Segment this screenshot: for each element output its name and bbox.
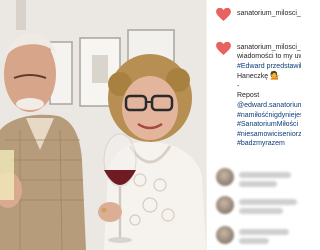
blurred-comment bbox=[239, 181, 277, 187]
comment-username[interactable]: sanatorium_milosci_tvp bbox=[237, 43, 301, 52]
comment-text: wiadomości to my uwie #Edward przedstawi… bbox=[237, 52, 301, 149]
caption-line-text: Haneczkę bbox=[237, 73, 269, 81]
comment-username[interactable]: sanatorium_milosci_tvp bbox=[237, 9, 301, 18]
emoji-icon: 💁 bbox=[270, 71, 281, 81]
hashtag-link[interactable]: #SanatoriumMiłości bbox=[237, 120, 301, 130]
caption-line: wiadomości to my uwie bbox=[237, 53, 301, 60]
hashtag-link[interactable]: #namiłośćnigdyniejest bbox=[237, 111, 301, 121]
hashtag-link[interactable]: #Edward przedstawił sw bbox=[237, 62, 301, 72]
heart-icon[interactable] bbox=[216, 42, 231, 55]
heart-icon[interactable] bbox=[216, 8, 231, 21]
blurred-avatar bbox=[216, 196, 234, 214]
blurred-comment bbox=[239, 172, 291, 178]
post-photo[interactable] bbox=[0, 0, 206, 250]
caption-line: Repost bbox=[237, 92, 260, 100]
photo-of-couple-icon bbox=[0, 0, 206, 250]
blurred-comment bbox=[239, 238, 269, 244]
caption-line: Haneczkę 💁 bbox=[237, 71, 301, 82]
hashtag-link[interactable]: #niesamowiciseniorzy bbox=[237, 130, 301, 140]
mention-link[interactable]: @edward.sanatorium_m bbox=[237, 101, 301, 111]
hashtag-link[interactable]: #badzmyrazem bbox=[237, 139, 301, 149]
caption-line: - bbox=[237, 82, 240, 90]
blurred-avatar bbox=[216, 226, 234, 244]
blurred-avatar bbox=[216, 168, 234, 186]
comments-panel: sanatorium_milosci_tvp sanatorium_milosc… bbox=[206, 0, 301, 250]
blurred-comment bbox=[239, 229, 289, 235]
blurred-comment bbox=[239, 208, 283, 214]
blurred-comment bbox=[239, 199, 297, 205]
